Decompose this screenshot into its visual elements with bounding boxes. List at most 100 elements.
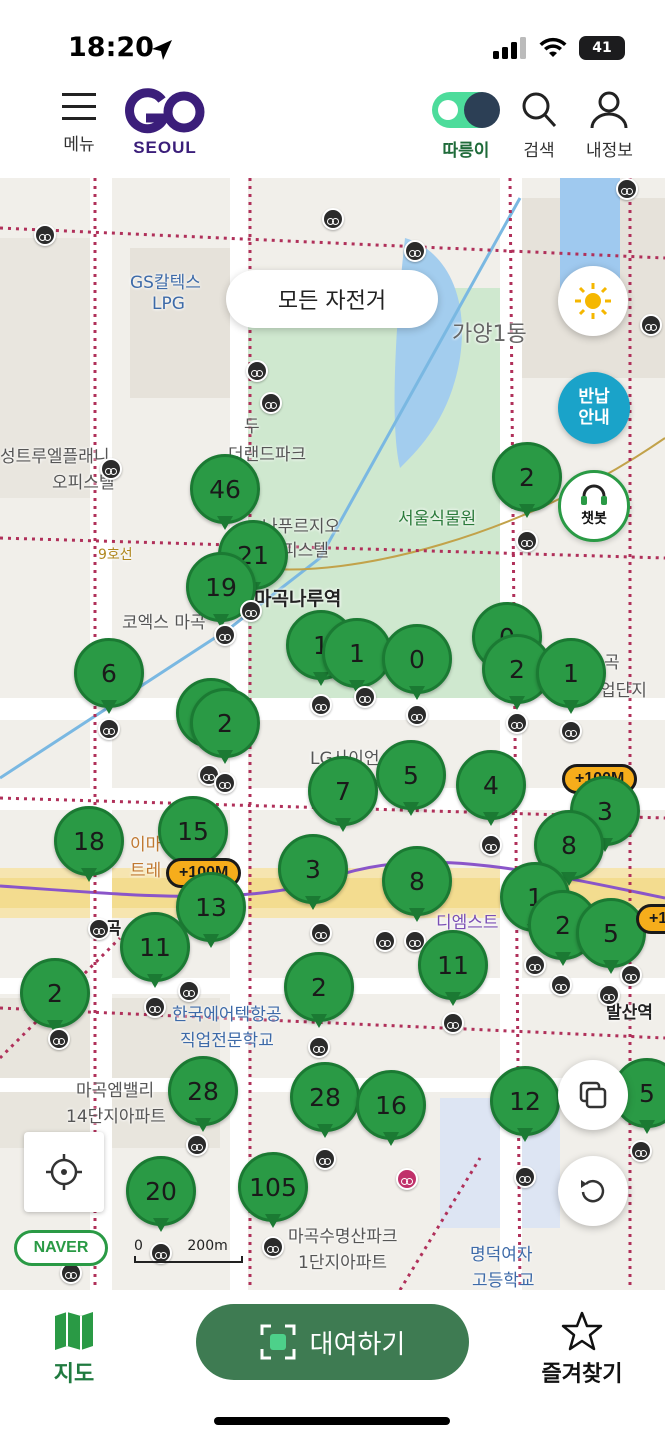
tab-favorites[interactable]: 즐겨찾기	[530, 1310, 634, 1388]
station-pin[interactable]: 28	[290, 1062, 360, 1152]
map-label-gs: GS칼텍스	[130, 273, 201, 293]
go-seoul-logo[interactable]: SEOUL	[124, 88, 206, 158]
bike-station-marker[interactable]	[354, 686, 376, 708]
bike-station-marker[interactable]	[144, 996, 166, 1018]
bike-station-marker[interactable]	[620, 964, 642, 986]
distance-badge: +1	[636, 904, 665, 934]
map-label-botanic: 서울식물원	[398, 509, 477, 529]
bike-station-marker[interactable]	[186, 1134, 208, 1156]
rent-button[interactable]: 대여하기	[196, 1304, 469, 1380]
search-icon	[522, 92, 557, 128]
bike-station-marker[interactable]	[88, 918, 110, 940]
bike-station-marker[interactable]	[404, 240, 426, 262]
station-pin[interactable]: 18	[54, 806, 124, 896]
bike-station-marker[interactable]	[396, 1168, 418, 1190]
map-label-myeongdeok1: 명덕여자	[470, 1245, 533, 1265]
station-pin[interactable]: 2	[492, 442, 562, 532]
ttareungi-label: 따릉이	[442, 141, 490, 161]
return-guide-line1: 반납	[578, 387, 610, 407]
station-pin[interactable]: 11	[418, 930, 488, 1020]
naver-logo: NAVER	[14, 1230, 108, 1266]
bike-station-marker[interactable]	[442, 1012, 464, 1034]
bike-station-marker[interactable]	[48, 1028, 70, 1050]
bike-station-marker[interactable]	[262, 1236, 284, 1258]
station-pin[interactable]: 0	[382, 624, 452, 714]
bike-station-marker[interactable]	[310, 694, 332, 716]
map-icon	[55, 1312, 93, 1350]
weather-button[interactable]	[558, 266, 628, 336]
map-label-sumyeong2: 1단지아파트	[298, 1253, 388, 1273]
chatbot-button[interactable]: 챗봇	[558, 470, 630, 542]
bike-station-marker[interactable]	[260, 392, 282, 414]
station-pin[interactable]: 12	[490, 1066, 560, 1156]
bike-station-marker[interactable]	[406, 704, 428, 726]
station-pin[interactable]: 28	[168, 1056, 238, 1146]
my-location-button[interactable]	[24, 1132, 104, 1212]
menu-button[interactable]: 메뉴	[60, 90, 98, 155]
bike-station-marker[interactable]	[514, 1166, 536, 1188]
map-scale: 0 200m	[134, 1238, 244, 1263]
bike-station-marker[interactable]	[34, 224, 56, 246]
bike-station-marker[interactable]	[214, 772, 236, 794]
refresh-button[interactable]	[558, 1156, 628, 1226]
station-pin[interactable]: 6	[74, 638, 144, 728]
bike-station-marker[interactable]	[322, 208, 344, 230]
qr-scan-icon	[260, 1324, 296, 1360]
bike-station-marker[interactable]	[550, 974, 572, 996]
layers-button[interactable]	[558, 1060, 628, 1130]
bottom-navigation: 지도 대여하기 즐겨찾기	[0, 1290, 665, 1440]
tab-map[interactable]: 지도	[40, 1310, 108, 1388]
bike-station-marker[interactable]	[240, 600, 262, 622]
bike-station-marker[interactable]	[516, 530, 538, 552]
bike-station-marker[interactable]	[310, 922, 332, 944]
bike-station-marker[interactable]	[314, 1148, 336, 1170]
map-label-dudu1: 두	[244, 417, 260, 437]
bike-station-marker[interactable]	[616, 178, 638, 200]
map-label-emart1: 이마	[130, 835, 162, 855]
bike-station-marker[interactable]	[630, 1140, 652, 1162]
bike-station-marker[interactable]	[506, 712, 528, 734]
bike-station-marker[interactable]	[524, 954, 546, 976]
bike-station-marker[interactable]	[214, 624, 236, 646]
logo-text: SEOUL	[133, 138, 197, 157]
map-view[interactable]: GS칼텍스 LPG 가양1동 두 더랜드파크 성트루엘플래니 오피스텔 서울식물…	[0, 178, 665, 1290]
map-label-aviation2: 직업전문학교	[180, 1031, 274, 1051]
map-label-office1: 성트루엘플래니	[0, 447, 110, 467]
search-label: 검색	[523, 141, 555, 161]
station-pin[interactable]: 5	[376, 740, 446, 830]
station-pin[interactable]: 7	[308, 756, 378, 846]
station-pin[interactable]: 4	[456, 750, 526, 840]
station-pin[interactable]: 3	[278, 834, 348, 924]
bike-station-marker[interactable]	[308, 1036, 330, 1058]
return-guide-line2: 안내	[578, 408, 610, 428]
location-arrow-icon	[152, 40, 172, 60]
bike-station-marker[interactable]	[178, 980, 200, 1002]
station-pin[interactable]: 2	[190, 688, 260, 778]
layers-icon	[579, 1081, 607, 1109]
home-indicator	[214, 1417, 450, 1425]
bike-filter-button[interactable]: 모든 자전거	[226, 270, 438, 328]
search-button[interactable]: 검색	[520, 90, 558, 161]
station-pin[interactable]: 2	[284, 952, 354, 1042]
bike-station-marker[interactable]	[480, 834, 502, 856]
station-pin[interactable]: 20	[126, 1156, 196, 1246]
station-pin[interactable]: 1	[536, 638, 606, 728]
bike-station-marker[interactable]	[560, 720, 582, 742]
station-pin[interactable]: 105	[238, 1152, 308, 1242]
bike-station-marker[interactable]	[246, 360, 268, 382]
station-pin[interactable]: 16	[356, 1070, 426, 1160]
profile-button[interactable]: 내정보	[586, 90, 633, 161]
crosshair-icon	[46, 1154, 82, 1190]
rent-label: 대여하기	[309, 1329, 406, 1360]
headset-icon	[581, 484, 607, 505]
person-icon	[590, 91, 628, 129]
return-guide-button[interactable]: 반납 안내	[558, 372, 630, 444]
bike-station-marker[interactable]	[374, 930, 396, 952]
bike-station-marker[interactable]	[640, 314, 662, 336]
ttareungi-toggle[interactable]: 따릉이	[432, 90, 500, 161]
station-pin[interactable]: 8	[382, 846, 452, 936]
bike-station-marker[interactable]	[100, 458, 122, 480]
scale-label: 200m	[187, 1238, 228, 1254]
bike-station-marker[interactable]	[98, 718, 120, 740]
bike-station-marker[interactable]	[598, 984, 620, 1006]
